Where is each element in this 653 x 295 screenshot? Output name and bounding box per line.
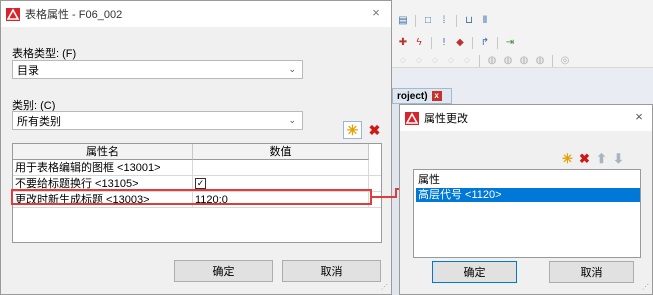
- resize-grip-icon[interactable]: ⋰: [642, 284, 650, 292]
- move-up-icon[interactable]: ⬆: [594, 151, 609, 166]
- eplan-app-icon: [6, 7, 20, 21]
- checkbox-checked[interactable]: ✓: [195, 178, 206, 189]
- cancel-button[interactable]: 取消: [282, 260, 381, 282]
- table-icon[interactable]: ▤: [396, 14, 410, 28]
- property-name-cell: 用于表格编辑的图框 <13001>: [13, 160, 193, 176]
- table-row[interactable]: 用于表格编辑的图框 <13001>: [13, 160, 381, 176]
- dialog-title-bar: 属性更改 ×: [400, 105, 652, 131]
- toolbar-row-2: ✚ ϟ ǃ ◆ ↱ ⇥: [396, 36, 517, 50]
- resize-grip-icon[interactable]: ⋰: [381, 284, 389, 292]
- chevron-down-icon: ⌄: [288, 115, 296, 125]
- list-header: 属性: [418, 174, 440, 186]
- toolbar-separator: [552, 55, 553, 67]
- list-item[interactable]: 高层代号 <1120>: [416, 188, 640, 202]
- category-dropdown[interactable]: 所有类别 ⌄: [12, 111, 303, 130]
- new-icon[interactable]: ✳: [560, 151, 575, 166]
- toolbar-separator: [431, 37, 432, 49]
- tab-close-icon[interactable]: x: [431, 91, 442, 101]
- delete-icon[interactable]: ✖: [577, 151, 592, 166]
- route-icon[interactable]: ǃ: [437, 36, 451, 50]
- toolbar-row-1: ▤ □ ⁞ ⊔ Ⅱ: [396, 14, 492, 28]
- property-list: 属性 高层代号 <1120>: [413, 169, 641, 258]
- delete-icon[interactable]: ✖: [365, 121, 384, 139]
- close-icon[interactable]: ×: [369, 6, 383, 20]
- eplan-app-icon: [405, 111, 419, 125]
- disabled-tool-icon[interactable]: ◍: [533, 54, 547, 68]
- insert-symbol-icon[interactable]: ✚: [396, 36, 410, 50]
- toolbar-separator: [456, 15, 457, 27]
- table-properties-dialog: 表格属性 - F06_002 × 表格类型: (F) 目录 ⌄ 类别: (C) …: [0, 0, 392, 295]
- branch-icon[interactable]: ↱: [478, 36, 492, 50]
- toolbar-separator: [415, 15, 416, 27]
- dialog-title: 属性更改: [424, 113, 468, 125]
- property-change-dialog: 属性更改 × ✳ ✖ ⬆ ⬇ 属性 高层代号 <1120> 确定 取消 ⋰: [399, 104, 653, 295]
- list-toolbar: ✳ ✖ ⬆ ⬇: [560, 151, 626, 166]
- table-type-dropdown[interactable]: 目录 ⌄: [12, 60, 303, 79]
- disabled-tool-icon[interactable]: ◍: [517, 54, 531, 68]
- dialog-title: 表格属性 - F06_002: [25, 9, 123, 21]
- disabled-tool-icon[interactable]: ◍: [485, 54, 499, 68]
- dialog-title-bar: 表格属性 - F06_002 ×: [1, 1, 391, 27]
- cart-icon[interactable]: ⊔: [462, 14, 476, 28]
- column-header-property-name[interactable]: 属性名: [13, 144, 193, 160]
- diamond-icon[interactable]: ◆: [453, 36, 467, 50]
- frame-icon[interactable]: □: [421, 14, 435, 28]
- disabled-tool-icon[interactable]: ◎: [558, 54, 572, 68]
- disabled-tool-icon[interactable]: ◍: [501, 54, 515, 68]
- property-value-cell[interactable]: [193, 160, 369, 176]
- column-header-value[interactable]: 数值: [193, 144, 369, 160]
- cancel-button[interactable]: 取消: [549, 261, 634, 283]
- toolbar-row-3: ◌ ◌ ◌ ◌ ◌ ◍ ◍ ◍ ◍ ◎: [396, 54, 572, 68]
- toolbar-separator: [472, 37, 473, 49]
- project-tab[interactable]: roject) x: [392, 88, 452, 104]
- highlight-rectangle: [11, 189, 372, 205]
- ok-button[interactable]: 确定: [174, 260, 273, 282]
- category-value: 所有类别: [17, 115, 61, 128]
- project-tab-label: roject): [397, 90, 428, 102]
- disabled-tool-icon[interactable]: ◌: [460, 54, 474, 68]
- grid-icon[interactable]: ⁞: [437, 14, 451, 28]
- interrupt-icon[interactable]: ⇥: [503, 36, 517, 50]
- table-type-label: 表格类型: (F): [12, 48, 77, 60]
- disabled-tool-icon[interactable]: ◌: [428, 54, 442, 68]
- close-icon[interactable]: ×: [632, 110, 646, 124]
- toolbar-separator: [479, 55, 480, 67]
- connect-icon[interactable]: ϟ: [412, 36, 426, 50]
- ok-button[interactable]: 确定: [432, 261, 517, 283]
- disabled-tool-icon[interactable]: ◌: [412, 54, 426, 68]
- new-icon[interactable]: ✳: [343, 121, 362, 139]
- chevron-down-icon: ⌄: [288, 64, 296, 74]
- disabled-tool-icon[interactable]: ◌: [396, 54, 410, 68]
- toolbar-separator: [497, 37, 498, 49]
- disabled-tool-icon[interactable]: ◌: [444, 54, 458, 68]
- move-down-icon[interactable]: ⬇: [611, 151, 626, 166]
- column-icon[interactable]: Ⅱ: [478, 14, 492, 28]
- table-type-value: 目录: [17, 64, 39, 77]
